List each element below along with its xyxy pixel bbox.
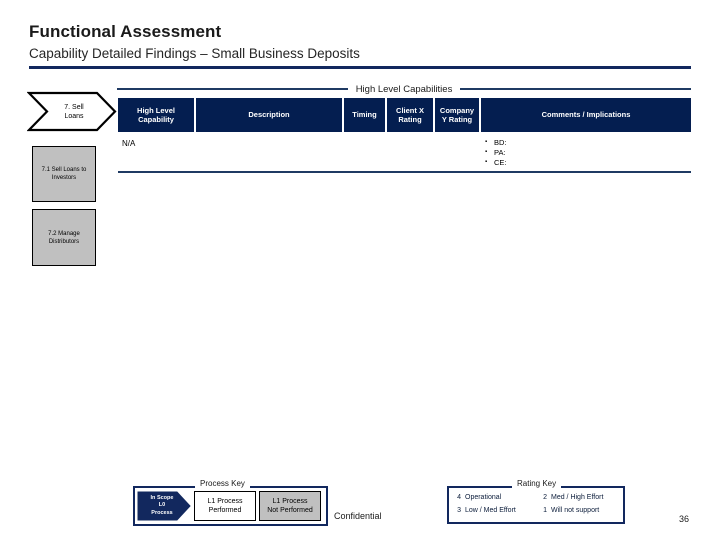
table-row: N/A BD: PA: CE:: [118, 132, 691, 184]
rating-entry-2-label: Med / High Effort: [551, 494, 604, 501]
rating-entry-3: 3 Low / Med Effort: [452, 504, 538, 517]
rating-key-title: Rating Key: [512, 479, 562, 488]
cell-high-level-capability: N/A: [122, 139, 136, 148]
rating-entry-3-label: Low / Med Effort: [465, 507, 516, 514]
key-l1-performed-line2: Performed: [208, 507, 242, 514]
rating-entry-1: 1 Will not support: [538, 504, 622, 517]
col-cx-line2: Rating: [398, 115, 422, 124]
subprocess-box-7-2[interactable]: 7.2 Manage Distributors: [32, 209, 96, 266]
rating-entry-1-number: 1: [543, 507, 547, 514]
page-subtitle: Capability Detailed Findings – Small Bus…: [29, 46, 360, 61]
key-in-scope-line1: In Scope: [150, 494, 174, 501]
key-in-scope-label: In Scope L0 Process: [137, 491, 187, 521]
page-number: 36: [679, 514, 690, 524]
col-hlc-line2: Capability: [138, 115, 174, 124]
col-cx-line1: Client X: [396, 105, 424, 115]
rating-entry-4-label: Operational: [465, 494, 502, 501]
rating-entry-1-label: Will not support: [551, 507, 600, 514]
process-key-title: Process Key: [195, 479, 250, 488]
rating-entry-4-number: 4: [457, 494, 461, 501]
key-l1-not-performed-line2: Not Performed: [267, 507, 313, 514]
col-hlc-line1: High Level: [137, 105, 175, 115]
page-title: Functional Assessment: [29, 22, 222, 41]
stage-chevron-label: 7. Sell Loans: [27, 91, 117, 132]
column-header-high-level-capability: High Level Capability: [118, 98, 196, 132]
col-desc-line1: Description: [248, 110, 290, 120]
col-cy-line2: Y Rating: [441, 115, 473, 124]
key-l1-performed-line1: L1 Process: [207, 497, 243, 505]
comment-bullet-ce: CE:: [485, 157, 687, 168]
column-header-description: Description: [196, 98, 344, 132]
rating-entry-2: 2 Med / High Effort: [538, 491, 622, 504]
key-l1-performed-box: L1 Process Performed: [194, 491, 256, 521]
table-row-divider: [118, 171, 691, 173]
key-in-scope-line2: L0: [158, 502, 166, 509]
cell-timing: [344, 138, 387, 184]
cell-client-x-rating: [387, 138, 435, 184]
rating-entry-3-number: 3: [457, 507, 461, 514]
banner-rule-left: [117, 88, 348, 90]
column-header-timing: Timing: [344, 98, 387, 132]
col-cy-line1: Company: [439, 105, 475, 115]
rating-key-entries: 4 Operational 2 Med / High Effort 3 Low …: [452, 491, 622, 517]
comment-bullet-pa: PA:: [485, 147, 687, 158]
column-header-company-y-rating: Company Y Rating: [435, 98, 481, 132]
cell-comments-implications: BD: PA: CE:: [481, 137, 691, 184]
section-banner-label: High Level Capabilities: [355, 83, 453, 95]
rating-entry-2-number: 2: [543, 494, 547, 501]
col-comm-line1: Comments / Implications: [541, 110, 631, 120]
cell-company-y-rating: [435, 138, 481, 184]
banner-rule-right: [460, 88, 692, 90]
title-divider: [29, 66, 691, 69]
column-header-comments-implications: Comments / Implications: [481, 98, 691, 132]
cell-description: [196, 138, 344, 184]
process-key-items: In Scope L0 Process L1 Process Performed…: [137, 490, 324, 522]
section-banner: High Level Capabilities: [117, 82, 692, 96]
col-time-line1: Timing: [352, 110, 377, 120]
key-l1-not-performed-box: L1 Process Not Performed: [259, 491, 321, 521]
confidential-label: Confidential: [334, 511, 382, 521]
stage-chevron-label-line1: 7. Sell: [64, 103, 84, 111]
key-in-scope-chevron: In Scope L0 Process: [137, 491, 191, 521]
comment-bullet-bd: BD:: [485, 137, 687, 148]
stage-chevron-label-line2: Loans: [64, 112, 84, 120]
stage-chevron: 7. Sell Loans: [27, 91, 117, 132]
table-header-row: High Level Capability Description Timing…: [118, 98, 691, 132]
key-l1-not-performed-line1: L1 Process: [272, 497, 308, 505]
column-header-client-x-rating: Client X Rating: [387, 98, 435, 132]
rating-entry-4: 4 Operational: [452, 491, 538, 504]
key-in-scope-line3: Process: [151, 509, 173, 516]
title-block: Functional Assessment Capability Detaile…: [29, 22, 689, 63]
comments-list: BD: PA: CE:: [485, 137, 687, 168]
subprocess-box-7-1[interactable]: 7.1 Sell Loans to Investors: [32, 146, 96, 202]
